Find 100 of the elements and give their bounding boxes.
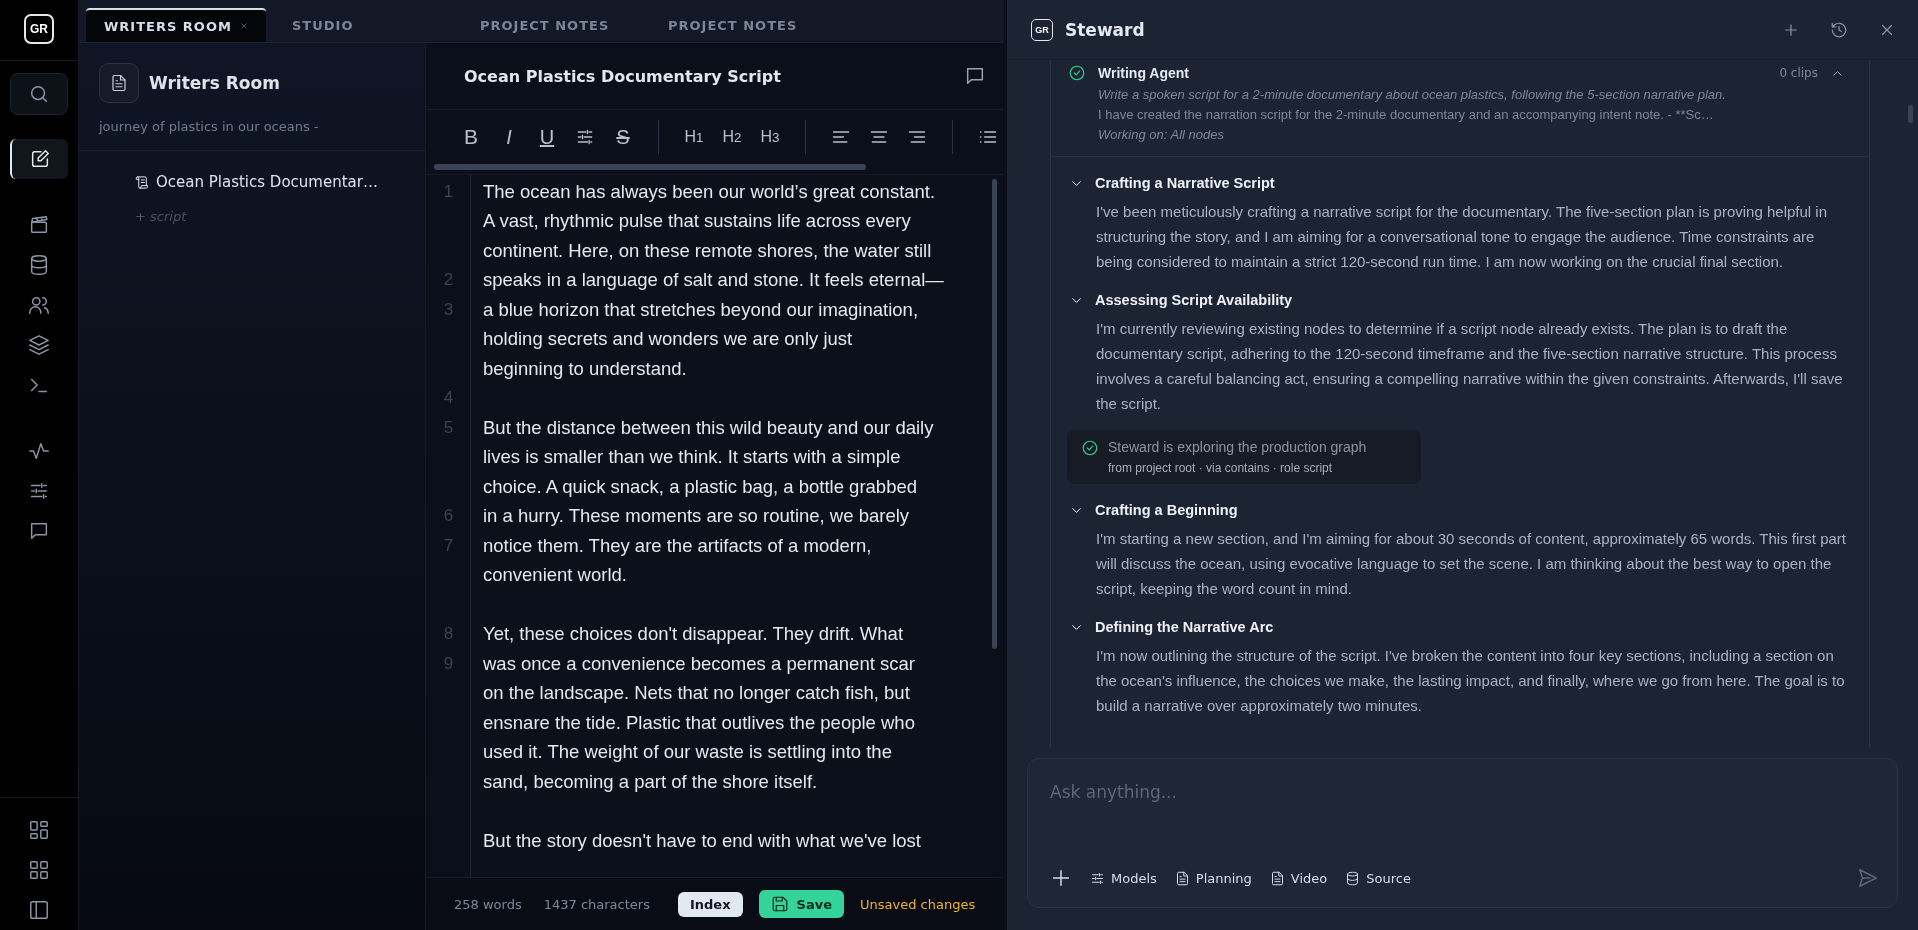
- thought-title: Defining the Narrative Arc: [1095, 619, 1274, 635]
- scrollbar-thumb[interactable]: [434, 164, 866, 170]
- script-line: But the distance between this wild beauty and our daily: [482, 416, 934, 439]
- thought-header[interactable]: Defining the Narrative Arc: [1069, 619, 1849, 635]
- tab[interactable]: STUDIO: [274, 8, 454, 42]
- thought-text: I'm now outlining the structure of the script. I've broken the content into four key sections, including a section on the ocean's influence, the choices we make, the lasting impact, and finally, where we go from here. The goal is to build a narrative over approximately two minutes.: [1096, 646, 1846, 716]
- line-number: 7: [443, 535, 454, 555]
- app-logo: GR: [1031, 18, 1053, 41]
- send-icon: [1857, 867, 1879, 889]
- script-line: speaks in a language of salt and stone. It feels eternal—: [482, 269, 944, 292]
- agent-title: Writing Agent: [1098, 65, 1189, 81]
- clip-count: 0 clips: [1779, 66, 1818, 80]
- search-button[interactable]: [10, 73, 68, 115]
- scrollbar-thumb[interactable]: [1908, 105, 1913, 123]
- line-number: 1: [443, 181, 454, 201]
- character-count: 1437 characters: [543, 896, 650, 912]
- tab[interactable]: PROJECT NOTES: [462, 8, 642, 42]
- database-icon: [28, 254, 50, 276]
- check-circle-icon: [1068, 64, 1086, 82]
- script-line: choice. A quick snack, a plastic bag, a bottle grabbed: [482, 475, 917, 498]
- database-icon: [1345, 870, 1361, 886]
- agent-task: Write a spoken script for a 2-minute documentary about ocean plastics, following the 5-section narrative plan.: [1097, 87, 1727, 102]
- sidebar-icon: [28, 899, 50, 921]
- script-line: continent. Here, on these remote shores, the water still: [482, 239, 932, 262]
- scrollbar-thumb[interactable]: [992, 179, 997, 649]
- grid-icon: [28, 859, 50, 881]
- clear-format-icon: [575, 127, 595, 147]
- line-number: 3: [443, 299, 454, 319]
- document-title: Ocean Plastics Documentary Script: [464, 66, 782, 86]
- thought-title: Crafting a Beginning: [1095, 502, 1238, 518]
- layers-icon: [28, 334, 50, 356]
- panel-title: Writers Room: [149, 73, 280, 93]
- thought-title: Assessing Script Availability: [1095, 292, 1293, 308]
- tab[interactable]: PROJECT NOTES: [650, 8, 830, 42]
- script-line: A vast, rhythmic pulse that sustains life across every: [482, 210, 911, 233]
- script-line: used it. The weight of our waste is settling into the: [482, 741, 892, 764]
- context-chip[interactable]: Video: [1269, 870, 1328, 886]
- line-number: 9: [443, 653, 454, 673]
- context-chip[interactable]: Source: [1345, 870, 1411, 886]
- thought-header[interactable]: Crafting a Narrative Script: [1069, 175, 1849, 191]
- users-icon: [28, 294, 50, 316]
- script-line: But the story doesn't have to end with what we've lost: [482, 829, 921, 852]
- script-line: sand, becoming a part of the shore itself.: [482, 770, 818, 793]
- line-number: 2: [443, 270, 454, 290]
- thought-text: I've been meticulously crafting a narrative script for the documentary. The five-section plan is proving helpful in structuring the story, and I am aiming for a conversational tone to engage the audience. Time constraints are being considered to maintain a strict 120-second run time. I am now working on the crucial final section.: [1096, 202, 1828, 272]
- comment-icon[interactable]: [964, 65, 986, 87]
- strikethrough-button[interactable]: S: [606, 120, 640, 154]
- context-chip[interactable]: Models: [1090, 870, 1157, 886]
- index-button[interactable]: Index: [677, 891, 743, 917]
- script-line: beginning to understand.: [482, 357, 687, 380]
- context-chip[interactable]: Planning: [1174, 870, 1252, 886]
- script-line: lives is smaller than we think. It starts with a simple: [482, 446, 901, 469]
- line-number: 8: [443, 624, 454, 644]
- underline-button[interactable]: U: [530, 120, 564, 154]
- script-line: convenient world.: [482, 564, 627, 587]
- dashboard-icon: [28, 819, 50, 841]
- chat-composer[interactable]: Ask anything... Models Planning Video Source: [1027, 758, 1898, 908]
- clapperboard-icon: [28, 214, 50, 236]
- search-icon: [28, 83, 50, 105]
- script-line: was once a convenience becomes a permanent scar: [482, 652, 915, 675]
- pencil-square-icon: [29, 148, 51, 170]
- tool-call-detail: from project root · via contains · role script: [1108, 461, 1334, 475]
- line-number: 4: [443, 388, 454, 408]
- send-button[interactable]: [1857, 867, 1879, 889]
- tab[interactable]: WRITERS ROOM: [86, 8, 266, 42]
- sliders-icon: [1090, 870, 1105, 886]
- save-button[interactable]: Save: [758, 890, 844, 918]
- thought-title: Crafting a Narrative Script: [1095, 175, 1275, 191]
- file-item[interactable]: Ocean Plastics Documentar…: [131, 169, 425, 195]
- sliders-icon: [28, 480, 50, 502]
- line-number: 5: [443, 417, 454, 437]
- scroll-icon: [135, 174, 150, 190]
- script-line: a blue horizon that stretches beyond our imagination,: [482, 298, 919, 321]
- attach-button[interactable]: [1050, 867, 1072, 889]
- plus-icon: [1050, 867, 1072, 889]
- script-line: Yet, these choices don't disappear. They drift. What: [482, 623, 904, 646]
- line-number: 6: [443, 506, 454, 526]
- history-icon[interactable]: [1830, 20, 1848, 39]
- script-line: ensnare the tide. Plastic that outlives the people who: [482, 711, 915, 734]
- script-line: notice them. They are the artifacts of a modern,: [482, 534, 872, 557]
- pulse-line-icon: [28, 440, 50, 462]
- script-line: The ocean has always been our world’s great constant.: [482, 180, 936, 203]
- agent-result: I have created the narration script for the 2-minute documentary and an accompanying intent note. - **Sc…: [1097, 107, 1715, 122]
- panel-title: Steward: [1065, 19, 1145, 40]
- document-icon: [1174, 870, 1190, 886]
- script-line: in a hurry. These moments are so routine, we barely: [482, 505, 910, 528]
- thought-header[interactable]: Assessing Script Availability: [1069, 292, 1849, 308]
- chat-input[interactable]: Ask anything...: [1028, 767, 1897, 817]
- panel-subtitle: journey of plastics in our oceans -: [99, 119, 320, 134]
- unsaved-status: Unsaved changes: [860, 896, 976, 912]
- app-logo: GR: [24, 14, 54, 44]
- rail-button[interactable]: [10, 139, 68, 179]
- thought-text: I'm currently reviewing existing nodes to determine if a script node already exists. The plan is to draft the documentary script, adhering to the 120-second timeframe and the five-section narrative structure. This process involves a careful balancing act, ensuring a compelling narrative within the given constraints. Afterwards, I'll save the script.: [1096, 319, 1844, 414]
- speech-bubble-icon: [28, 520, 50, 542]
- agent-status: Working on: All nodes: [1097, 127, 1225, 142]
- document-icon: [1269, 870, 1285, 886]
- script-line: holding secrets and wonders we are only just: [482, 328, 853, 351]
- italic-button[interactable]: I: [492, 120, 526, 154]
- thought-header[interactable]: Crafting a Beginning: [1069, 502, 1849, 518]
- bold-button[interactable]: B: [454, 120, 488, 154]
